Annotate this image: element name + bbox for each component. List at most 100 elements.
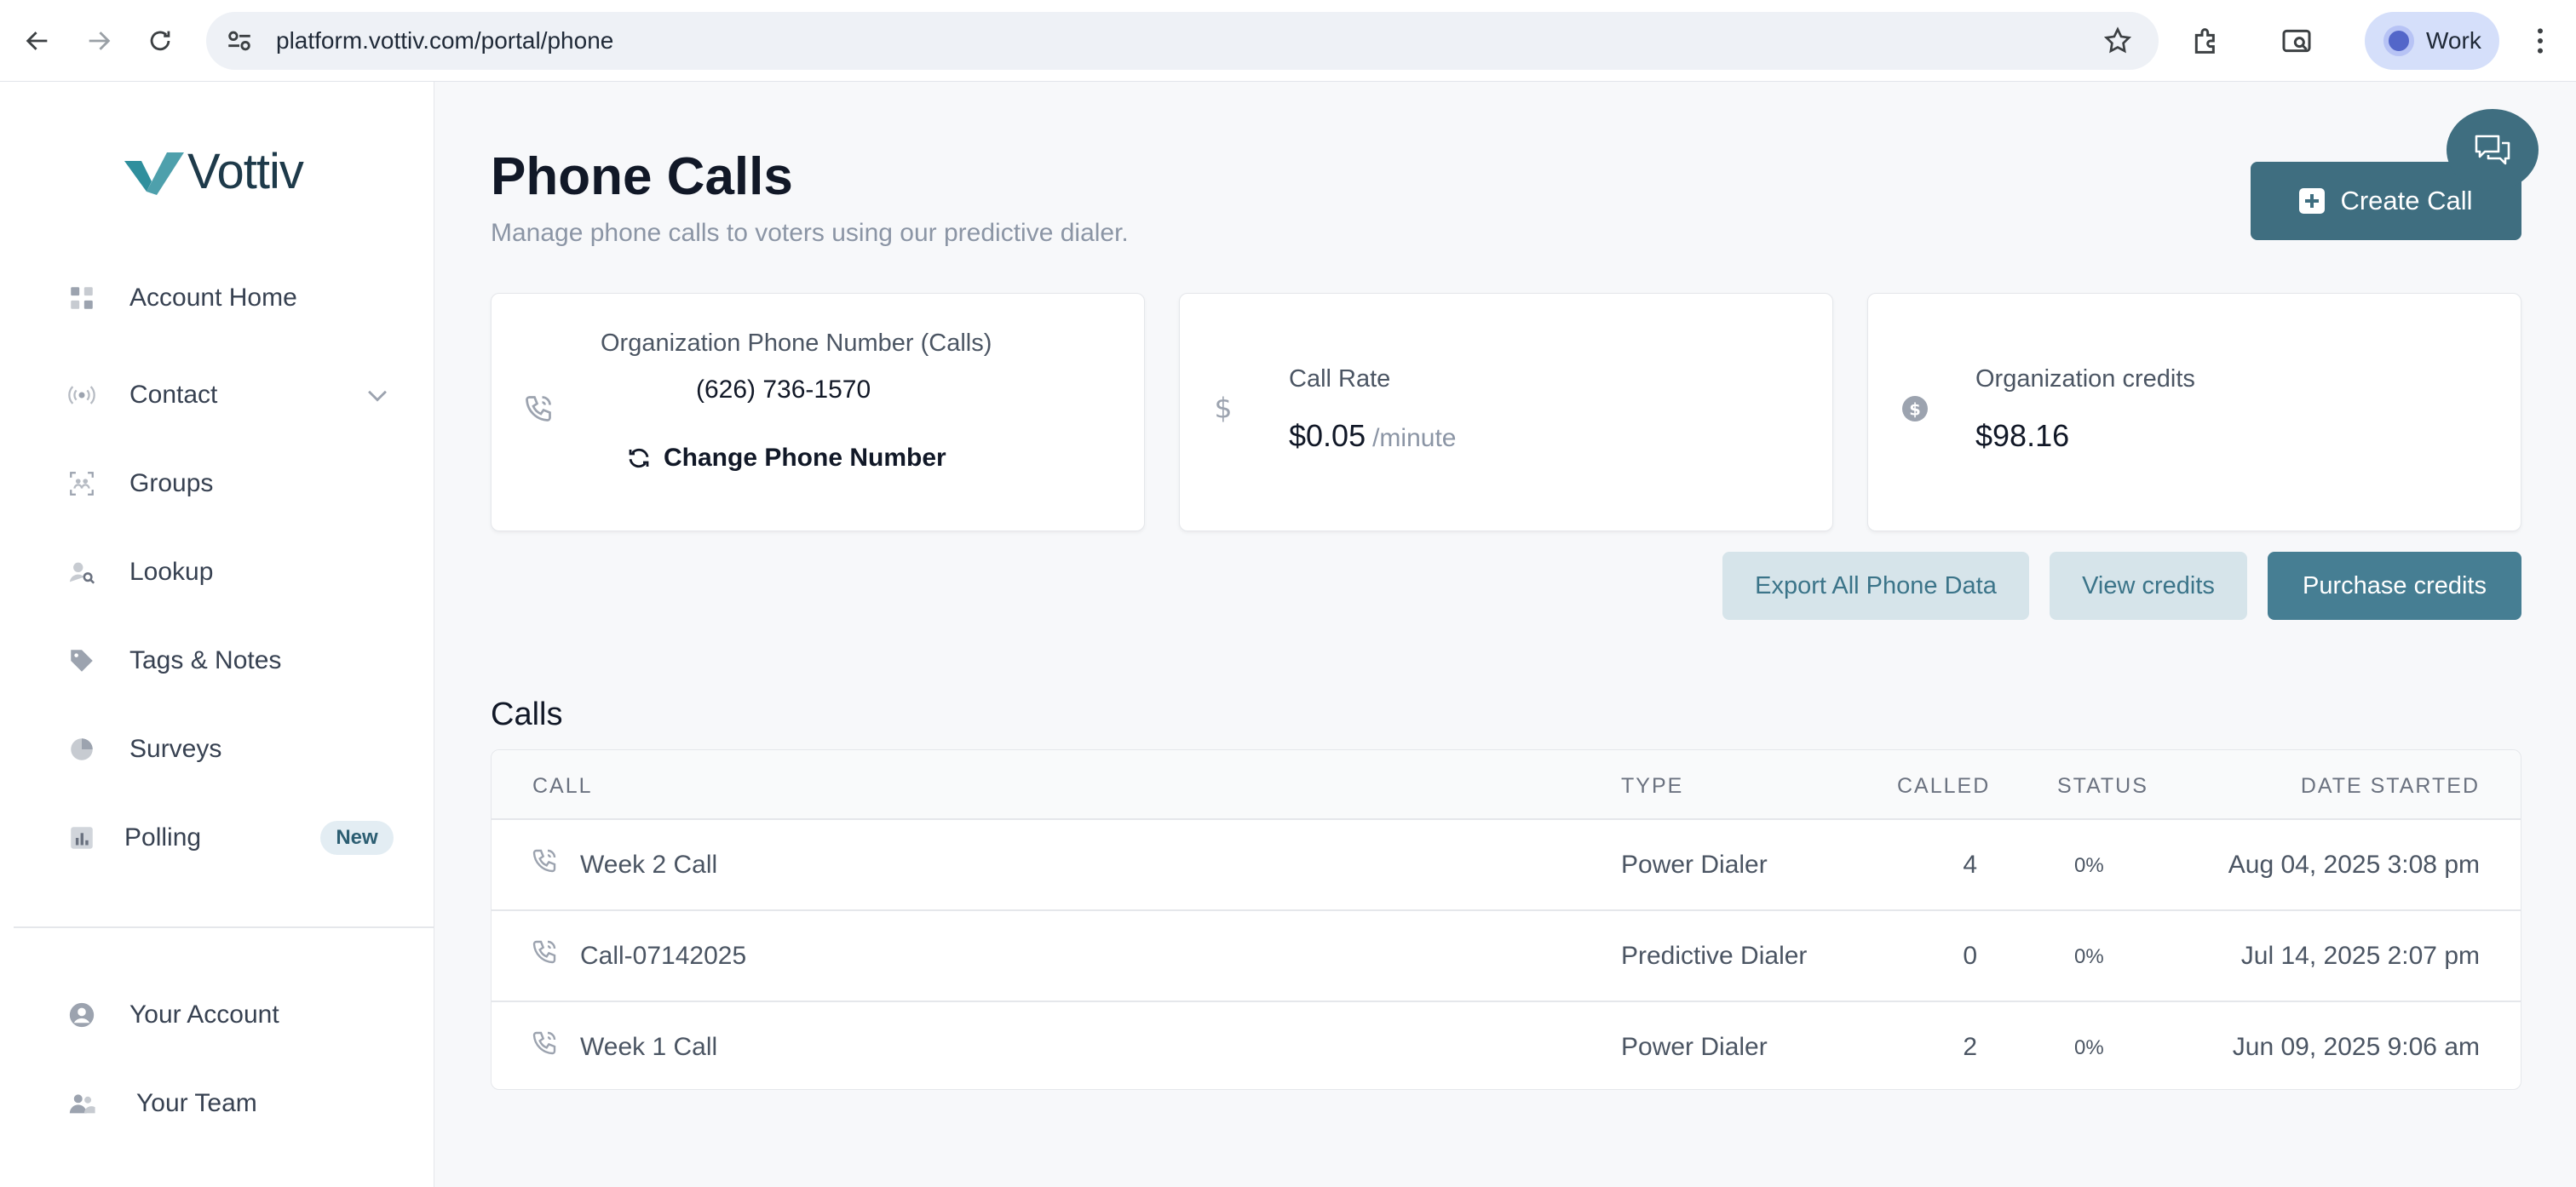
profile-label: Work <box>2426 27 2481 54</box>
credits-card: $ Organization credits $98.16 <box>1867 293 2521 531</box>
page-subtitle: Manage phone calls to voters using our p… <box>491 219 1129 247</box>
sidebar-item-lookup[interactable]: Lookup <box>0 538 434 606</box>
dollar-circle-icon: $ <box>1899 393 1931 425</box>
sidebar-item-surveys[interactable]: Surveys <box>0 715 434 783</box>
call-rate-unit: /minute <box>1372 424 1457 452</box>
chat-bubbles-icon <box>2475 135 2510 165</box>
column-header-call[interactable]: CALL <box>532 774 593 799</box>
refresh-icon <box>629 448 649 468</box>
call-rate-label: Call Rate <box>1289 365 1391 393</box>
call-status: 0% <box>2074 945 2104 968</box>
sidebar-item-label: Surveys <box>129 735 222 763</box>
table-header: CALL TYPE CALLED STATUS DATE STARTED <box>492 750 2521 820</box>
more-vert-icon[interactable] <box>2523 24 2557 58</box>
call-name[interactable]: Call-07142025 <box>580 942 746 971</box>
vottiv-logo-icon <box>124 152 184 195</box>
sidebar-item-label: Polling <box>124 823 202 852</box>
arrow-left-icon <box>26 32 48 50</box>
call-name[interactable]: Week 1 Call <box>580 1033 717 1062</box>
user-search-icon <box>66 557 97 588</box>
create-call-label: Create Call <box>2340 186 2473 215</box>
call-type: Power Dialer <box>1621 851 1768 879</box>
call-date-started: Aug 04, 2025 3:08 pm <box>2228 851 2480 879</box>
profile-avatar <box>2383 26 2414 56</box>
sidebar-item-label: Lookup <box>129 558 214 586</box>
extensions-icon[interactable] <box>2189 24 2223 58</box>
sidebar-item-label: Account Home <box>129 284 297 312</box>
call-status: 0% <box>2074 854 2104 877</box>
call-date-started: Jun 09, 2025 9:06 am <box>2232 1033 2480 1061</box>
column-header-called[interactable]: CALLED <box>1897 774 1990 799</box>
call-rate-card: $ Call Rate $0.05/minute <box>1179 293 1833 531</box>
sidebar-item-account-home[interactable]: Account Home <box>0 264 434 332</box>
change-phone-number-button[interactable]: Change Phone Number <box>626 444 946 473</box>
credits-value: $98.16 <box>1975 418 2070 453</box>
address-bar[interactable]: platform.vottiv.com/portal/phone <box>206 12 2159 70</box>
change-phone-number-label: Change Phone Number <box>664 444 946 472</box>
url-text: platform.vottiv.com/portal/phone <box>276 27 614 54</box>
phone-ringing-icon <box>522 393 555 425</box>
reload-button[interactable] <box>140 20 181 61</box>
tag-icon <box>66 645 97 676</box>
phone-ringing-icon <box>532 1031 556 1055</box>
export-phone-data-button[interactable]: Export All Phone Data <box>1722 552 2029 620</box>
phone-number-card: Organization Phone Number (Calls) (626) … <box>491 293 1145 531</box>
chevron-down-icon[interactable] <box>363 381 392 410</box>
call-status: 0% <box>2074 1036 2104 1059</box>
call-called-count: 4 <box>1963 851 1977 879</box>
svg-text:$: $ <box>1909 400 1921 420</box>
page-title: Phone Calls <box>491 147 793 206</box>
phone-number-label: Organization Phone Number (Calls) <box>601 330 992 357</box>
column-header-date-started[interactable]: DATE STARTED <box>2301 774 2480 799</box>
call-type: Power Dialer <box>1621 1033 1768 1061</box>
table-row[interactable]: Week 2 Call Power Dialer 4 0% Aug 04, 20… <box>492 820 2521 911</box>
credits-label: Organization credits <box>1975 365 2195 393</box>
table-row[interactable]: Week 1 Call Power Dialer 2 0% Jun 09, 20… <box>492 1002 2521 1089</box>
sidebar-item-contact[interactable]: Contact <box>0 361 434 429</box>
tab-search-icon[interactable] <box>2280 24 2314 58</box>
forward-button[interactable] <box>78 20 119 61</box>
arrow-right-icon <box>89 32 111 50</box>
column-header-status[interactable]: STATUS <box>2057 774 2148 799</box>
svg-text:$: $ <box>1215 393 1233 424</box>
purchase-credits-button[interactable]: Purchase credits <box>2268 552 2521 620</box>
sidebar-item-polling[interactable]: Polling New <box>0 804 434 872</box>
call-rate-value: $0.05 <box>1289 418 1366 453</box>
sidebar-item-label: Contact <box>129 381 218 409</box>
sidebar-item-your-team[interactable]: Your Team <box>0 1069 434 1138</box>
logo-text: Vottiv <box>187 144 304 199</box>
calls-table: CALL TYPE CALLED STATUS DATE STARTED Wee… <box>491 749 2521 1090</box>
sidebar-item-label: Groups <box>129 469 214 497</box>
column-header-type[interactable]: TYPE <box>1621 774 1683 799</box>
profile-button[interactable]: Work <box>2365 12 2499 70</box>
chat-button[interactable] <box>2447 109 2539 191</box>
sidebar-item-your-account[interactable]: Your Account <box>0 981 434 1049</box>
user-circle-icon <box>66 1000 97 1030</box>
table-row[interactable]: Call-07142025 Predictive Dialer 0 0% Jul… <box>492 911 2521 1002</box>
view-credits-button[interactable]: View credits <box>2050 552 2247 620</box>
vottiv-logo[interactable]: Vottiv <box>123 143 304 200</box>
calls-section-title: Calls <box>491 697 563 732</box>
sidebar-item-tags-notes[interactable]: Tags & Notes <box>0 627 434 695</box>
bookmark-star-icon[interactable] <box>2102 26 2133 56</box>
call-name[interactable]: Week 2 Call <box>580 851 717 880</box>
call-type: Predictive Dialer <box>1621 942 1808 970</box>
plus-icon <box>2299 188 2326 214</box>
sidebar-item-label: Your Team <box>136 1089 257 1117</box>
call-called-count: 2 <box>1963 1033 1977 1061</box>
bar-chart-icon <box>66 823 97 853</box>
grid-icon <box>66 283 97 313</box>
broadcast-icon <box>66 380 97 410</box>
call-rate-value-row: $0.05/minute <box>1289 418 1456 454</box>
call-called-count: 0 <box>1963 942 1977 970</box>
site-settings-icon[interactable] <box>225 26 254 55</box>
back-button[interactable] <box>17 20 58 61</box>
pie-icon <box>66 734 97 765</box>
sidebar-divider <box>14 926 434 928</box>
sidebar-item-groups[interactable]: Groups <box>0 450 434 518</box>
group-scan-icon <box>66 468 97 499</box>
sidebar-item-label: Tags & Notes <box>129 646 282 674</box>
dollar-icon: $ <box>1207 393 1239 425</box>
new-badge: New <box>320 821 394 855</box>
team-icon <box>66 1088 97 1119</box>
